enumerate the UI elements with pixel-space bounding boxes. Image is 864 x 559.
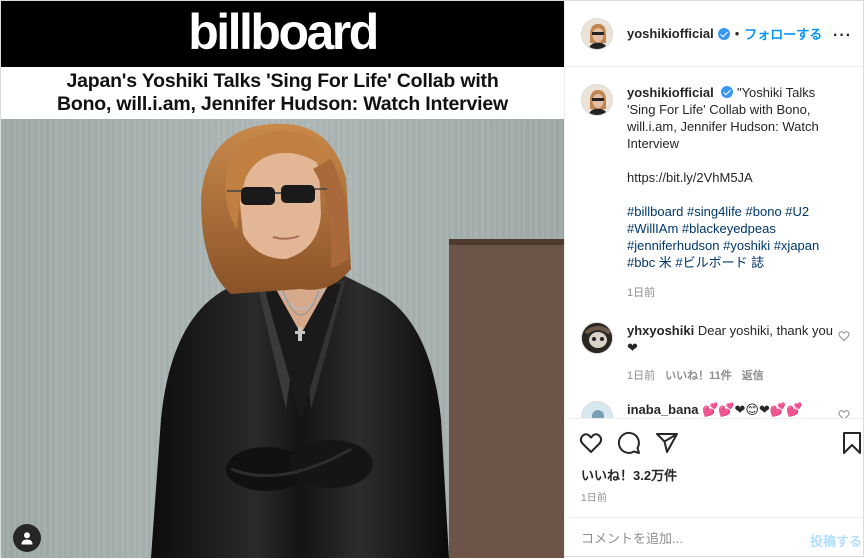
likes-count[interactable]: いいね！3.2万件	[581, 465, 677, 484]
instagram-post: billboard Japan's Yoshiki Talks 'Sing Fo…	[0, 0, 864, 558]
comment-avatar[interactable]	[581, 401, 613, 418]
billboard-logo: billboard	[188, 4, 379, 60]
comment-username[interactable]: yhxyoshiki	[627, 323, 694, 338]
avatar-image	[582, 85, 612, 115]
post-actions: いいね！3.2万件 1日前 投稿する	[565, 418, 864, 558]
caption-hashtags[interactable]: #billboard #sing4life #bono #U2 #WillIAm…	[627, 203, 841, 271]
like-heart-icon[interactable]	[579, 431, 603, 455]
header-username[interactable]: yoshikiofficial	[627, 26, 714, 41]
comments-list[interactable]: yoshikiofficial "Yoshiki Talks 'Sing For…	[565, 68, 864, 418]
avatar[interactable]	[581, 17, 613, 50]
portrait-photo	[1, 119, 564, 558]
post-header: yoshikiofficial • フォローする ···	[565, 1, 864, 67]
verified-badge-icon	[721, 86, 734, 98]
avatar-image	[582, 18, 612, 49]
comment-avatar[interactable]	[581, 322, 613, 354]
caption-time[interactable]: 1日前	[627, 285, 841, 302]
comment-likes[interactable]: いいね！11件	[665, 370, 732, 382]
caption-avatar[interactable]	[581, 84, 613, 116]
article-headline: Japan's Yoshiki Talks 'Sing For Life' Co…	[1, 67, 564, 119]
caption-link[interactable]: https://bit.ly/2VhM5JA	[627, 169, 841, 186]
person-icon	[21, 532, 33, 545]
caption: yoshikiofficial "Yoshiki Talks 'Sing For…	[581, 84, 850, 302]
bookmark-icon[interactable]	[840, 431, 864, 455]
add-comment-bar: 投稿する	[565, 517, 864, 559]
comment-input[interactable]	[581, 531, 791, 546]
more-options-icon[interactable]: ···	[833, 27, 852, 45]
heart-icon[interactable]	[838, 330, 850, 342]
comment-item: inaba_bana 💕💕❤😊❤💕💕	[581, 401, 850, 418]
comment-username[interactable]: inaba_bana	[627, 402, 699, 417]
avatar-image	[582, 402, 612, 418]
verified-badge-icon	[717, 27, 730, 40]
follow-button[interactable]: フォローする	[744, 24, 822, 43]
post-image[interactable]: billboard Japan's Yoshiki Talks 'Sing Fo…	[1, 1, 564, 558]
comment-meta: 1日前 いいね！11件 返信	[627, 368, 833, 385]
portrait-illustration	[1, 119, 564, 558]
share-send-icon[interactable]	[655, 431, 679, 455]
comment-text: 💕💕❤😊❤💕💕	[702, 402, 803, 417]
post-time[interactable]: 1日前	[581, 489, 607, 504]
header-separator: •	[734, 26, 740, 41]
headline-line-2: Bono, will.i.am, Jennifer Hudson: Watch …	[56, 93, 509, 115]
billboard-banner: billboard	[1, 1, 564, 67]
headline-line-1: Japan's Yoshiki Talks 'Sing For Life' Co…	[66, 70, 499, 92]
post-side-panel: yoshikiofficial • フォローする ··· yoshikioffi…	[564, 1, 864, 558]
caption-username[interactable]: yoshikiofficial	[627, 85, 714, 100]
tagged-users-button[interactable]	[13, 524, 41, 552]
comment-time[interactable]: 1日前	[627, 370, 655, 382]
reply-button[interactable]: 返信	[742, 370, 764, 382]
heart-icon[interactable]	[838, 409, 850, 418]
comment-bubble-icon[interactable]	[617, 431, 641, 455]
comment-item: yhxyoshiki Dear yoshiki, thank you ❤ 1日前…	[581, 322, 850, 385]
caption-text: yoshikiofficial "Yoshiki Talks 'Sing For…	[627, 84, 841, 302]
post-comment-button[interactable]: 投稿する	[810, 531, 862, 550]
avatar-image	[582, 323, 612, 353]
